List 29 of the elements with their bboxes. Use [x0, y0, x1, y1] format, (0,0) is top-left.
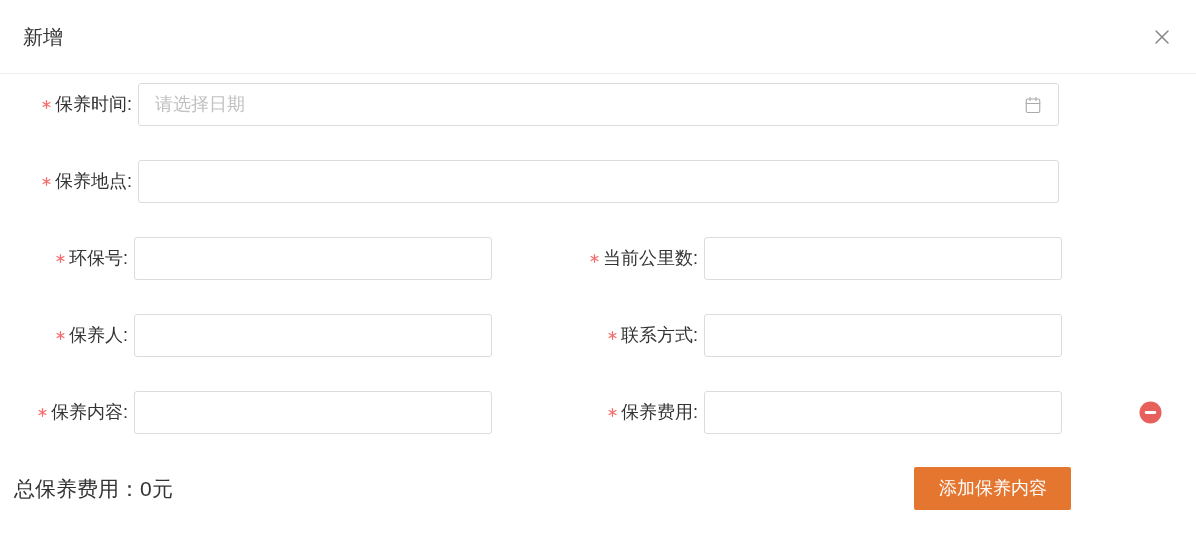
input-field[interactable]	[138, 160, 1059, 203]
input-field[interactable]	[704, 391, 1062, 434]
calendar-icon	[1024, 95, 1042, 114]
required-icon	[42, 100, 51, 109]
required-icon	[38, 408, 47, 417]
required-icon	[608, 408, 617, 417]
remove-icon[interactable]	[1139, 401, 1162, 424]
add-content-button[interactable]: 添加保养内容	[914, 467, 1071, 510]
total-cost: 总保养费用：0元	[14, 475, 173, 502]
required-icon	[56, 254, 65, 263]
date-field[interactable]: 请选择日期	[138, 83, 1059, 126]
field-label: 保养内容:	[51, 401, 128, 424]
input-field[interactable]	[134, 237, 492, 280]
field-label: 当前公里数:	[603, 247, 698, 270]
field-label: 环保号:	[69, 247, 128, 270]
field-label: 保养人:	[69, 324, 128, 347]
input-field[interactable]	[134, 391, 492, 434]
required-icon	[590, 254, 599, 263]
required-icon	[608, 331, 617, 340]
input-field[interactable]	[134, 314, 492, 357]
input-field[interactable]	[704, 314, 1062, 357]
field-label: 保养费用:	[621, 401, 698, 424]
field-label: 保养时间:	[55, 93, 132, 116]
field-label: 保养地点:	[55, 170, 132, 193]
input-field[interactable]	[704, 237, 1062, 280]
required-icon	[56, 331, 65, 340]
required-icon	[42, 177, 51, 186]
dialog-title: 新增	[23, 24, 63, 50]
field-label: 联系方式:	[621, 324, 698, 347]
